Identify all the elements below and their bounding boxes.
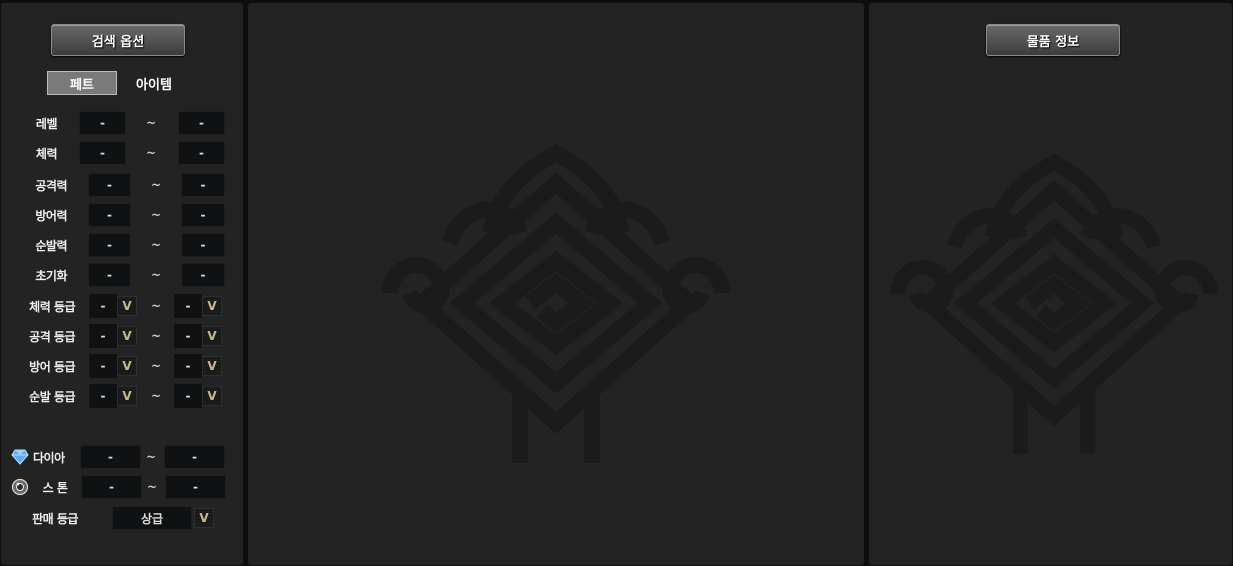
defense-grade-label: 방어 등급 xyxy=(29,359,75,374)
sale-grade-label: 판매 등급 xyxy=(32,511,78,526)
agility-range-row: 순발력 - ~ - xyxy=(1,233,245,257)
attack-grade-min-select[interactable]: - xyxy=(89,324,117,348)
hp-range-row: 체력 - ~ - xyxy=(1,141,245,165)
hp-grade-label: 체력 등급 xyxy=(29,299,75,314)
chevron-down-icon[interactable]: V xyxy=(194,508,214,528)
item-info-panel: 물품 정보 xyxy=(868,2,1233,566)
stone-icon xyxy=(11,478,29,496)
emblem-watermark-icon xyxy=(382,143,730,463)
chevron-down-icon[interactable]: V xyxy=(202,296,222,316)
range-separator: ~ xyxy=(150,359,162,373)
chevron-down-icon[interactable]: V xyxy=(202,386,222,406)
range-separator: ~ xyxy=(150,178,162,192)
range-separator: ~ xyxy=(146,480,158,494)
chevron-down-icon[interactable]: V xyxy=(202,356,222,376)
chevron-down-icon[interactable]: V xyxy=(117,386,137,406)
attack-range-row: 공격력 - ~ - xyxy=(1,173,245,197)
emblem-watermark-icon xyxy=(890,153,1218,454)
attack-min-input[interactable]: - xyxy=(88,173,131,197)
level-min-input[interactable]: - xyxy=(79,111,126,135)
diamond-max-input[interactable]: - xyxy=(164,445,225,469)
diamond-icon xyxy=(11,448,29,466)
level-max-input[interactable]: - xyxy=(178,111,225,135)
hp-label: 체력 xyxy=(35,146,58,161)
range-separator: ~ xyxy=(150,268,162,282)
chevron-down-icon[interactable]: V xyxy=(117,296,137,316)
attack-grade-label: 공격 등급 xyxy=(29,329,75,344)
agility-grade-row: 순발 등급 - V ~ - V xyxy=(1,384,245,408)
diamond-min-input[interactable]: - xyxy=(80,445,141,469)
range-separator: ~ xyxy=(150,389,162,403)
agility-grade-label: 순발 등급 xyxy=(29,389,75,404)
sale-grade-row: 판매 등급 상급 V xyxy=(1,506,245,530)
chevron-down-icon[interactable]: V xyxy=(202,326,222,346)
hp-max-input[interactable]: - xyxy=(178,141,225,165)
item-info-header: 물품 정보 xyxy=(986,24,1120,56)
range-separator: ~ xyxy=(150,238,162,252)
level-label: 레벨 xyxy=(35,116,58,131)
stone-label: 스 톤 xyxy=(42,480,68,495)
search-options-panel: 검색 옵션 페트 아이템 레벨 - ~ - 체력 - ~ - 공격력 - ~ -… xyxy=(0,2,244,566)
hp-grade-min-select[interactable]: - xyxy=(89,294,117,318)
range-separator: ~ xyxy=(150,329,162,343)
agility-label: 순발력 xyxy=(35,238,67,253)
defense-max-input[interactable]: - xyxy=(181,203,225,227)
defense-min-input[interactable]: - xyxy=(88,203,131,227)
diamond-label: 다이아 xyxy=(33,450,65,465)
range-separator: ~ xyxy=(145,450,157,464)
range-separator: ~ xyxy=(145,146,157,160)
agility-max-input[interactable]: - xyxy=(181,233,225,257)
diamond-range-row: 다이아 - ~ - xyxy=(1,445,245,469)
range-separator: ~ xyxy=(150,208,162,222)
attack-label: 공격력 xyxy=(35,178,67,193)
agility-grade-max-select[interactable]: - xyxy=(174,384,202,408)
hp-min-input[interactable]: - xyxy=(79,141,126,165)
attack-grade-max-select[interactable]: - xyxy=(174,324,202,348)
level-range-row: 레벨 - ~ - xyxy=(1,111,245,135)
attack-grade-row: 공격 등급 - V ~ - V xyxy=(1,324,245,348)
search-options-header: 검색 옵션 xyxy=(51,24,185,56)
reset-range-row: 초기화 - ~ - xyxy=(1,263,245,287)
chevron-down-icon[interactable]: V xyxy=(117,326,137,346)
stone-min-input[interactable]: - xyxy=(81,475,142,499)
results-panel xyxy=(247,2,865,566)
defense-grade-row: 방어 등급 - V ~ - V xyxy=(1,354,245,378)
chevron-down-icon[interactable]: V xyxy=(117,356,137,376)
hp-grade-row: 체력 등급 - V ~ - V xyxy=(1,294,245,318)
defense-grade-min-select[interactable]: - xyxy=(89,354,117,378)
stone-range-row: 스 톤 - ~ - xyxy=(1,475,245,499)
defense-label: 방어력 xyxy=(35,208,67,223)
defense-grade-max-select[interactable]: - xyxy=(174,354,202,378)
tab-item[interactable]: 아이템 xyxy=(119,71,189,95)
range-separator: ~ xyxy=(145,116,157,130)
agility-grade-min-select[interactable]: - xyxy=(89,384,117,408)
range-separator: ~ xyxy=(150,299,162,313)
reset-label: 초기화 xyxy=(35,268,67,283)
agility-min-input[interactable]: - xyxy=(88,233,131,257)
sale-grade-select[interactable]: 상급 xyxy=(112,506,192,530)
stone-max-input[interactable]: - xyxy=(165,475,226,499)
reset-min-input[interactable]: - xyxy=(88,263,131,287)
tab-pet[interactable]: 페트 xyxy=(47,71,117,95)
hp-grade-max-select[interactable]: - xyxy=(174,294,202,318)
defense-range-row: 방어력 - ~ - xyxy=(1,203,245,227)
attack-max-input[interactable]: - xyxy=(181,173,225,197)
reset-max-input[interactable]: - xyxy=(181,263,225,287)
